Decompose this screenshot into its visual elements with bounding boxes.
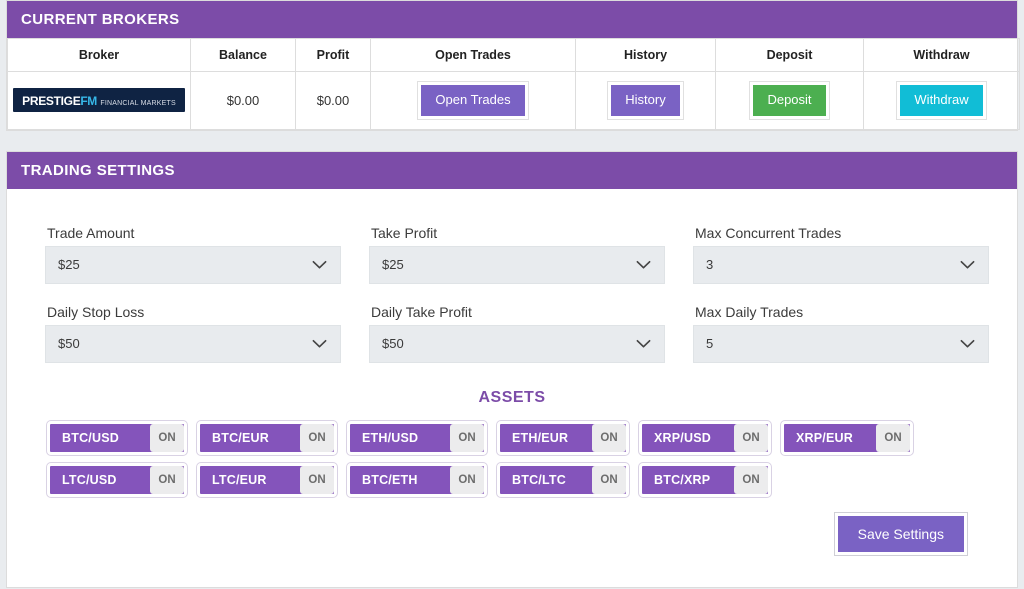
asset-state[interactable]: ON xyxy=(734,465,768,494)
save-settings-button[interactable]: Save Settings xyxy=(833,511,969,556)
chevron-down-icon xyxy=(960,339,975,348)
label-daily-stop-loss: Daily Stop Loss xyxy=(47,303,145,320)
assets-title: ASSETS xyxy=(478,388,546,406)
asset-label: LTC/EUR xyxy=(212,472,267,487)
field-max-concurrent-trades: Max Concurrent Trades 3 xyxy=(693,219,989,292)
label-max-daily-trades: Max Daily Trades xyxy=(695,303,804,320)
broker-logo: PRESTIGEFM FINANCIAL MARKETS xyxy=(13,88,185,113)
asset-state[interactable]: ON xyxy=(300,423,334,452)
select-max-concurrent-trades[interactable]: 3 xyxy=(693,245,989,284)
trading-settings-header: TRADING SETTINGS xyxy=(7,151,1017,189)
save-row: Save Settings xyxy=(45,497,979,565)
column-header-deposit: Deposit xyxy=(715,38,864,72)
balance-cell: $0.00 xyxy=(190,71,296,130)
select-daily-stop-loss[interactable]: $50 xyxy=(45,324,341,363)
assets-list: BTC/USD ON BTC/EUR ON ETH/USD ON ETH/EUR… xyxy=(45,419,979,498)
history-cell: History xyxy=(575,71,716,130)
asset-state[interactable]: ON xyxy=(876,423,910,452)
asset-state[interactable]: ON xyxy=(300,465,334,494)
asset-toggle-btc-xrp[interactable]: BTC/XRP ON xyxy=(638,461,772,498)
select-daily-take-profit[interactable]: $50 xyxy=(369,324,665,363)
deposit-cell: Deposit xyxy=(715,71,864,130)
asset-toggle-eth-eur[interactable]: ETH/EUR ON xyxy=(496,419,630,456)
history-button[interactable]: History xyxy=(607,81,684,120)
broker-logo-text: PRESTIGE xyxy=(22,94,81,109)
field-take-profit: Take Profit $25 xyxy=(369,219,665,292)
asset-toggle-btc-ltc[interactable]: BTC/LTC ON xyxy=(496,461,630,498)
asset-toggle-btc-eth[interactable]: BTC/ETH ON xyxy=(346,461,488,498)
asset-state[interactable]: ON xyxy=(592,423,626,452)
asset-label: BTC/USD xyxy=(62,430,119,445)
select-trade-amount[interactable]: $25 xyxy=(45,245,341,284)
asset-label: ETH/EUR xyxy=(512,430,569,445)
current-brokers-header: CURRENT BROKERS xyxy=(7,1,1017,38)
broker-cell: PRESTIGEFM FINANCIAL MARKETS xyxy=(7,71,191,130)
asset-state[interactable]: ON xyxy=(150,423,184,452)
column-header-history: History xyxy=(575,38,716,72)
select-value-daily-take-profit: $50 xyxy=(382,336,404,352)
column-header-open-trades: Open Trades xyxy=(370,38,576,72)
label-max-concurrent-trades: Max Concurrent Trades xyxy=(695,224,842,241)
withdraw-button[interactable]: Withdraw xyxy=(896,81,987,120)
brokers-table: Broker Balance Profit Open Trades Histor… xyxy=(7,38,1020,130)
field-trade-amount: Trade Amount $25 xyxy=(45,219,341,292)
select-value-take-profit: $25 xyxy=(382,257,404,273)
asset-label: XRP/USD xyxy=(654,430,711,445)
asset-label: BTC/XRP xyxy=(654,472,711,487)
asset-state[interactable]: ON xyxy=(734,423,768,452)
asset-toggle-xrp-usd[interactable]: XRP/USD ON xyxy=(638,419,772,456)
broker-logo-name: PRESTIGEFM xyxy=(22,94,97,108)
settings-field-grid: Trade Amount $25 Take Profit $25 Max Con… xyxy=(45,219,989,371)
open-trades-cell: Open Trades xyxy=(370,71,576,130)
asset-label: BTC/LTC xyxy=(512,472,566,487)
settings-body: Trade Amount $25 Take Profit $25 Max Con… xyxy=(7,189,1017,587)
chevron-down-icon xyxy=(312,339,327,348)
asset-toggle-ltc-eur[interactable]: LTC/EUR ON xyxy=(196,461,338,498)
select-max-daily-trades[interactable]: 5 xyxy=(693,324,989,363)
column-header-profit: Profit xyxy=(295,38,371,72)
select-value-daily-stop-loss: $50 xyxy=(58,336,80,352)
label-take-profit: Take Profit xyxy=(371,224,438,241)
chevron-down-icon xyxy=(312,260,327,269)
brokers-table-header-row: Broker Balance Profit Open Trades Histor… xyxy=(7,38,1020,72)
label-trade-amount: Trade Amount xyxy=(47,224,135,241)
asset-label: BTC/EUR xyxy=(212,430,269,445)
asset-state[interactable]: ON xyxy=(592,465,626,494)
asset-label: ETH/USD xyxy=(362,430,419,445)
broker-logo-subtitle: FINANCIAL MARKETS xyxy=(100,100,176,108)
current-brokers-panel: CURRENT BROKERS Broker Balance Profit Op… xyxy=(6,0,1020,131)
broker-logo-suffix: FM xyxy=(80,94,97,109)
asset-toggle-btc-usd[interactable]: BTC/USD ON xyxy=(46,419,188,456)
chevron-down-icon xyxy=(636,260,651,269)
asset-state[interactable]: ON xyxy=(450,423,484,452)
column-header-balance: Balance xyxy=(190,38,296,72)
asset-label: BTC/ETH xyxy=(362,472,418,487)
profit-cell: $0.00 xyxy=(295,71,371,130)
field-daily-stop-loss: Daily Stop Loss $50 xyxy=(45,298,341,371)
asset-state[interactable]: ON xyxy=(150,465,184,494)
select-value-max-concurrent-trades: 3 xyxy=(706,257,714,273)
table-row: PRESTIGEFM FINANCIAL MARKETS $0.00 $0.00… xyxy=(7,71,1020,130)
select-value-trade-amount: $25 xyxy=(58,257,80,273)
asset-toggle-btc-eur[interactable]: BTC/EUR ON xyxy=(196,419,338,456)
chevron-down-icon xyxy=(960,260,975,269)
select-take-profit[interactable]: $25 xyxy=(369,245,665,284)
asset-label: LTC/USD xyxy=(62,472,117,487)
open-trades-button[interactable]: Open Trades xyxy=(417,81,529,120)
label-daily-take-profit: Daily Take Profit xyxy=(371,303,472,320)
withdraw-cell: Withdraw xyxy=(863,71,1020,130)
asset-state[interactable]: ON xyxy=(450,465,484,494)
asset-toggle-ltc-usd[interactable]: LTC/USD ON xyxy=(46,461,188,498)
deposit-button[interactable]: Deposit xyxy=(749,81,830,120)
chevron-down-icon xyxy=(636,339,651,348)
select-value-max-daily-trades: 5 xyxy=(706,336,714,352)
column-header-broker: Broker xyxy=(7,38,191,72)
field-max-daily-trades: Max Daily Trades 5 xyxy=(693,298,989,371)
column-header-withdraw: Withdraw xyxy=(863,38,1020,72)
asset-label: XRP/EUR xyxy=(796,430,853,445)
trading-settings-panel: TRADING SETTINGS Trade Amount $25 Take P… xyxy=(6,150,1018,588)
field-daily-take-profit: Daily Take Profit $50 xyxy=(369,298,665,371)
asset-toggle-xrp-eur[interactable]: XRP/EUR ON xyxy=(780,419,914,456)
asset-toggle-eth-usd[interactable]: ETH/USD ON xyxy=(346,419,488,456)
